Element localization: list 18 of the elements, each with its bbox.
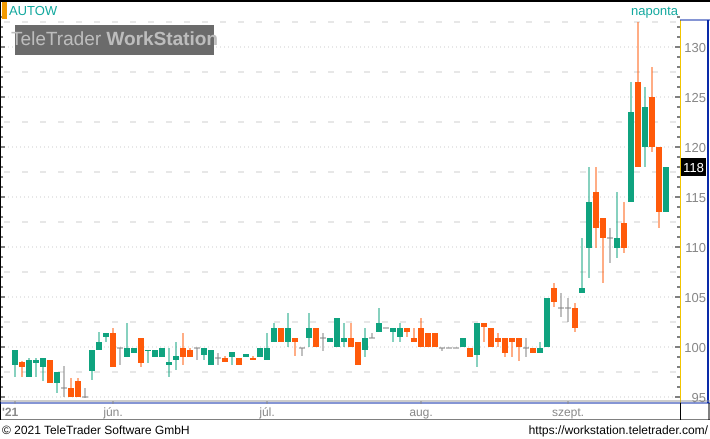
axis-label: 110 <box>685 240 706 255</box>
current-price-label: 118 <box>681 158 706 176</box>
axis-label: 115 <box>685 190 706 205</box>
website-url: https://workstation.teletrader.com/ <box>528 422 708 436</box>
axis-label: 100 <box>684 340 706 355</box>
axis-label: 125 <box>684 90 706 105</box>
axis-label: szept. <box>552 405 584 419</box>
axis-label: jún. <box>103 405 123 419</box>
instrument-symbol: AUTOW <box>9 3 58 18</box>
axis-label: aug. <box>409 405 433 419</box>
copyright-text: © 2021 TeleTrader Software GmbH <box>2 422 190 436</box>
interval-label: naponta <box>631 3 678 18</box>
axis-label: '21 <box>2 405 18 419</box>
axis-label: 130 <box>684 40 706 55</box>
axis-label: júl. <box>259 405 275 419</box>
axis-label: 105 <box>684 290 706 305</box>
instrument-marker <box>2 2 7 19</box>
axis-label: 120 <box>684 140 706 155</box>
